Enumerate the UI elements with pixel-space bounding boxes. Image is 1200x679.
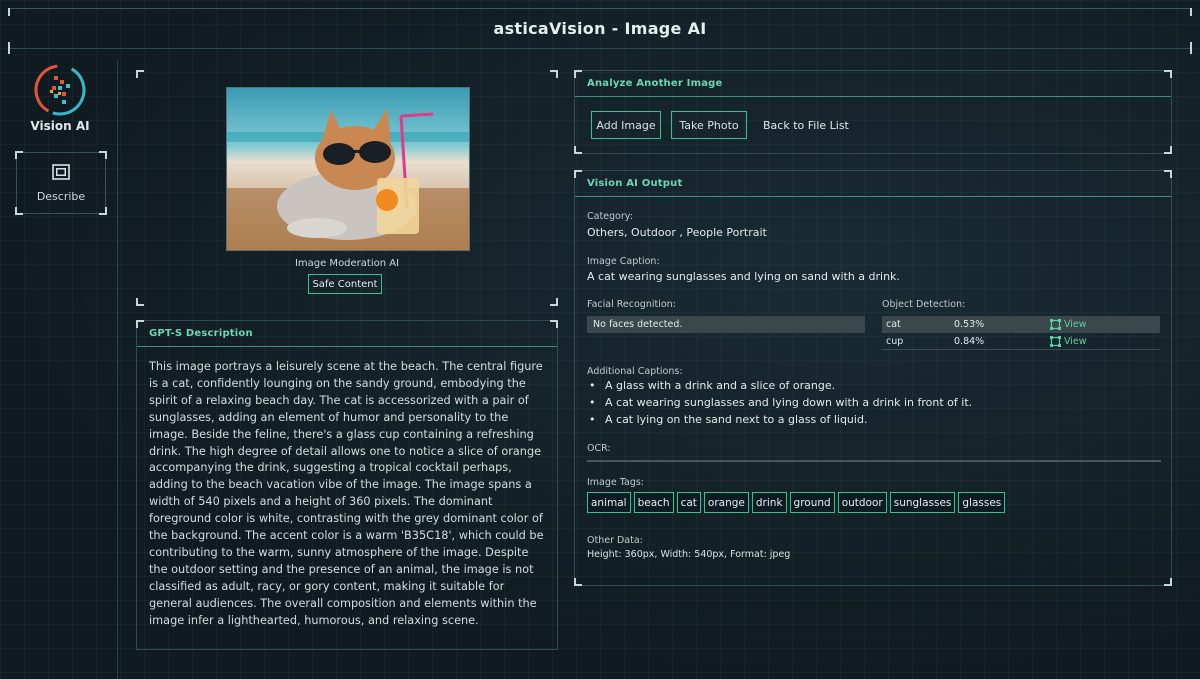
title-bar: asticaVision - Image AI xyxy=(8,8,1192,48)
category-label: Category: xyxy=(587,211,633,222)
image-preview-panel: Image Moderation AI Safe Content xyxy=(136,70,558,306)
additional-captions-label: Additional Captions: xyxy=(587,366,683,377)
image-tags: animal beach cat orange drink ground out… xyxy=(587,492,1006,513)
logo-label: Vision AI xyxy=(30,119,90,133)
frame-tick xyxy=(8,42,10,54)
view-object-link[interactable]: View xyxy=(1050,335,1087,347)
object-confidence: 0.53% xyxy=(954,318,985,330)
frame-tick xyxy=(8,8,10,16)
title-divider xyxy=(8,48,1192,49)
description-panel: GPT-S Description This image portrays a … xyxy=(136,320,558,650)
analyze-header: Analyze Another Image xyxy=(575,71,1171,97)
table-row: cat 0.53% View xyxy=(882,316,1160,333)
tag-badge[interactable]: cat xyxy=(676,492,701,513)
sidebar-divider xyxy=(117,60,118,679)
object-name: cat xyxy=(886,318,901,330)
view-label: View xyxy=(1064,318,1087,330)
tag-badge[interactable]: outdoor xyxy=(837,492,887,513)
uploaded-image xyxy=(226,87,470,251)
vision-output-panel: Vision AI Output Category: Others, Outdo… xyxy=(574,170,1172,586)
object-name: cup xyxy=(886,335,904,347)
output-header: Vision AI Output xyxy=(575,171,1171,197)
tag-badge[interactable]: animal xyxy=(587,492,631,513)
moderation-caption: Image Moderation AI xyxy=(294,258,400,269)
tag-badge[interactable]: sunglasses xyxy=(889,492,956,513)
app-title: asticaVision - Image AI xyxy=(493,19,707,38)
bounding-box-icon xyxy=(1050,335,1061,347)
describe-nav-button[interactable]: Describe xyxy=(15,151,107,215)
tag-badge[interactable]: ground xyxy=(789,492,835,513)
list-item: A cat wearing sunglasses and lying down … xyxy=(587,394,972,411)
caption-label: Image Caption: xyxy=(587,256,660,267)
view-label: View xyxy=(1064,335,1087,347)
caption-value: A cat wearing sunglasses and lying on sa… xyxy=(587,270,900,283)
category-value: Others, Outdoor , People Portrait xyxy=(587,226,767,239)
frame-tick xyxy=(1190,42,1192,54)
faces-label: Facial Recognition: xyxy=(587,299,676,310)
list-item: A glass with a drink and a slice of oran… xyxy=(587,377,972,394)
list-item: A cat lying on the sand next to a glass … xyxy=(587,411,972,428)
tags-label: Image Tags: xyxy=(587,477,645,488)
back-to-file-list-link[interactable]: Back to File List xyxy=(763,111,849,139)
ocr-divider xyxy=(587,460,1161,462)
table-row: cup 0.84% View xyxy=(882,333,1160,350)
add-image-button[interactable]: Add Image xyxy=(591,111,661,139)
description-header: GPT-S Description xyxy=(137,321,557,347)
describe-nav-label: Describe xyxy=(36,189,86,203)
objects-label: Object Detection: xyxy=(882,299,966,310)
faces-value: No faces detected. xyxy=(587,316,865,333)
analyze-panel: Analyze Another Image Add Image Take Pho… xyxy=(574,70,1172,154)
image-icon xyxy=(52,163,70,184)
tag-badge[interactable]: glasses xyxy=(958,492,1006,513)
view-object-link[interactable]: View xyxy=(1050,318,1087,330)
description-text: This image portrays a leisurely scene at… xyxy=(149,360,544,627)
object-confidence: 0.84% xyxy=(954,335,985,347)
ocr-label: OCR: xyxy=(587,443,611,454)
tag-badge[interactable]: orange xyxy=(703,492,749,513)
additional-captions-list: A glass with a drink and a slice of oran… xyxy=(587,377,972,428)
tag-badge[interactable]: beach xyxy=(633,492,674,513)
bounding-box-icon xyxy=(1050,318,1061,330)
take-photo-button[interactable]: Take Photo xyxy=(671,111,747,139)
other-data-value: Height: 360px, Width: 540px, Format: jpe… xyxy=(587,549,791,560)
vision-ai-logo[interactable] xyxy=(32,62,88,118)
frame-tick xyxy=(1190,8,1192,16)
tag-badge[interactable]: drink xyxy=(751,492,787,513)
safe-content-badge: Safe Content xyxy=(308,274,382,294)
other-data-label: Other Data: xyxy=(587,535,643,546)
object-detection-table: cat 0.53% View cup 0.84% View xyxy=(882,316,1160,350)
